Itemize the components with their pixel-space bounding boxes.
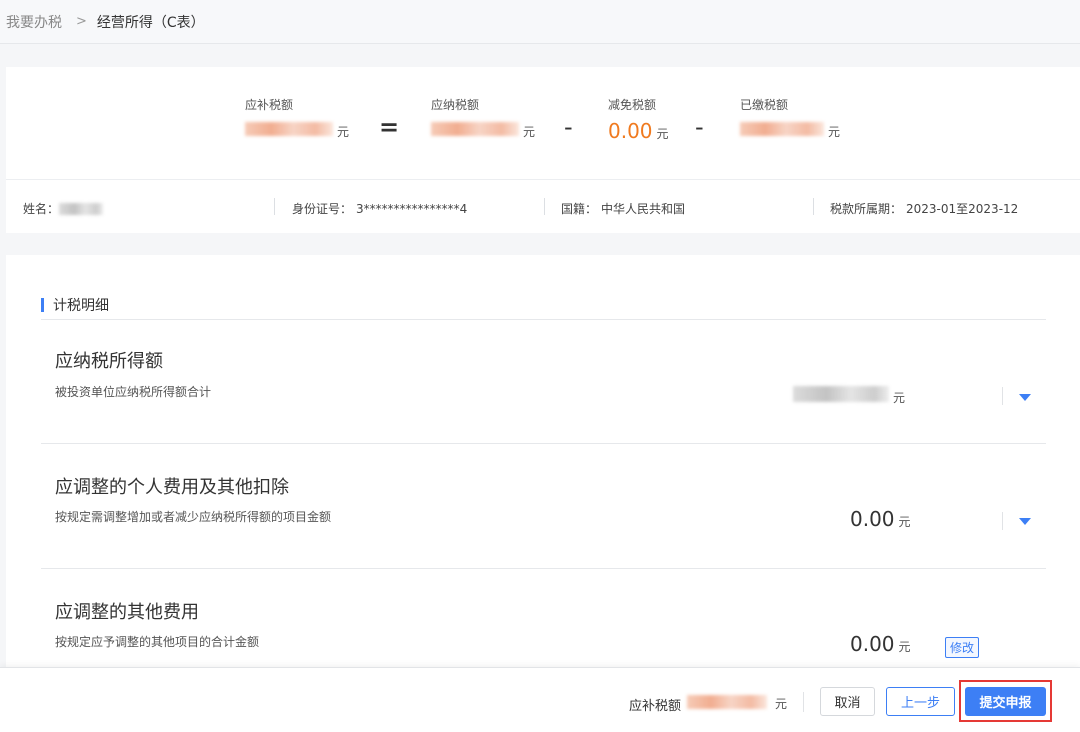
tax-relief-summary: 减免税额 0.00 元 (608, 96, 669, 143)
row-description: 按规定应予调整的其他项目的合计金额 (55, 635, 260, 649)
redacted-value (793, 386, 889, 402)
breadcrumb: 我要办税 > 经营所得（C表） (0, 0, 1080, 44)
divider (803, 692, 804, 712)
divider (813, 198, 814, 215)
row-title: 应纳税所得额 (55, 351, 163, 372)
period-label: 税款所属期： (830, 202, 903, 216)
row-title: 应调整的其他费用 (55, 602, 199, 623)
tax-relief-value: 0.00 (608, 119, 653, 143)
footer-action-bar: 应补税额 元 取消 上一步 提交申报 (0, 667, 1080, 732)
breadcrumb-separator-icon: > (76, 14, 87, 29)
unit-label: 元 (898, 515, 911, 529)
detail-row-other-expense-adjust: 应调整的其他费用 按规定应予调整的其他项目的合计金额 0.00 元 修改 (41, 569, 1046, 667)
taxpayer-info: 姓名： 身份证号： 3****************4 国籍： 中华人民共和国… (6, 180, 1080, 233)
previous-step-button[interactable]: 上一步 (886, 687, 955, 716)
submit-declaration-button[interactable]: 提交申报 (965, 687, 1046, 716)
period-value: 2023-01至2023-12 (906, 202, 1019, 216)
name-label: 姓名： (23, 202, 60, 216)
redacted-value (740, 122, 824, 136)
unit-label: 元 (523, 125, 536, 139)
redacted-value (687, 695, 767, 709)
tax-payable-label: 应纳税额 (431, 98, 480, 112)
section-title: 计税明细 (41, 295, 109, 315)
unit-label: 元 (775, 697, 788, 711)
caret-down-icon[interactable] (1019, 518, 1031, 525)
section-title-text: 计税明细 (53, 298, 109, 314)
redacted-value (431, 122, 519, 136)
payable-refund-summary: 应补税额 元 (245, 96, 349, 140)
detail-row-taxable-income: 应纳税所得额 被投资单位应纳税所得额合计 元 (41, 320, 1046, 444)
row-description: 被投资单位应纳税所得额合计 (55, 385, 212, 399)
tax-payable-summary: 应纳税额 元 (431, 96, 535, 140)
tax-detail-card: 计税明细 应纳税所得额 被投资单位应纳税所得额合计 元 应调整的个人费用及其他扣… (6, 255, 1080, 667)
nationality-label: 国籍： (561, 202, 598, 216)
footer-payable-label: 应补税额 (629, 699, 682, 714)
divider (274, 198, 275, 215)
row-amount: 0.00 元 (850, 632, 911, 656)
redacted-value (245, 122, 333, 136)
tax-relief-label: 减免税额 (608, 98, 657, 112)
edit-button[interactable]: 修改 (945, 637, 980, 658)
row-description: 按规定需调整增加或者减少应纳税所得额的项目金额 (55, 510, 332, 524)
divider (544, 198, 545, 215)
divider (1002, 512, 1003, 530)
breadcrumb-current: 经营所得（C表） (96, 14, 205, 31)
minus-sign: - (564, 113, 573, 141)
tax-period: 税款所属期： 2023-01至2023-12 (830, 200, 1018, 217)
minus-sign: - (695, 113, 704, 141)
payable-refund-label: 应补税额 (245, 98, 294, 112)
id-value: 3****************4 (356, 201, 468, 216)
title-accent-bar (41, 298, 44, 312)
breadcrumb-link-tax[interactable]: 我要办税 (6, 12, 62, 32)
tax-formula: 应补税额 元 = 应纳税额 元 - 减免税额 0.00 元 - 已缴税额 元 (6, 67, 1080, 180)
unit-label: 元 (337, 125, 350, 139)
row-amount-value: 0.00 (850, 507, 895, 531)
id-label: 身份证号： (292, 202, 353, 216)
row-amount: 0.00 元 (850, 507, 911, 531)
caret-down-icon[interactable] (1019, 394, 1031, 401)
row-amount: 元 (793, 386, 905, 406)
tax-summary-card: 应补税额 元 = 应纳税额 元 - 减免税额 0.00 元 - 已缴税额 元 姓… (6, 67, 1080, 233)
taxpayer-nationality: 国籍： 中华人民共和国 (561, 200, 685, 217)
unit-label: 元 (893, 391, 906, 405)
taxpayer-name: 姓名： (23, 200, 104, 217)
row-amount-value: 0.00 (850, 632, 895, 656)
equals-sign: = (379, 113, 400, 141)
nationality-value: 中华人民共和国 (601, 202, 686, 216)
unit-label: 元 (656, 127, 669, 141)
tax-paid-summary: 已缴税额 元 (740, 96, 840, 140)
row-title: 应调整的个人费用及其他扣除 (55, 477, 289, 498)
taxpayer-id: 身份证号： 3****************4 (292, 200, 467, 217)
unit-label: 元 (898, 640, 911, 654)
tax-paid-label: 已缴税额 (740, 98, 789, 112)
redacted-name (59, 202, 104, 215)
detail-row-personal-expense-adjust: 应调整的个人费用及其他扣除 按规定需调整增加或者减少应纳税所得额的项目金额 0.… (41, 444, 1046, 569)
unit-label: 元 (828, 125, 841, 139)
cancel-button[interactable]: 取消 (820, 687, 875, 716)
divider (1002, 387, 1003, 405)
